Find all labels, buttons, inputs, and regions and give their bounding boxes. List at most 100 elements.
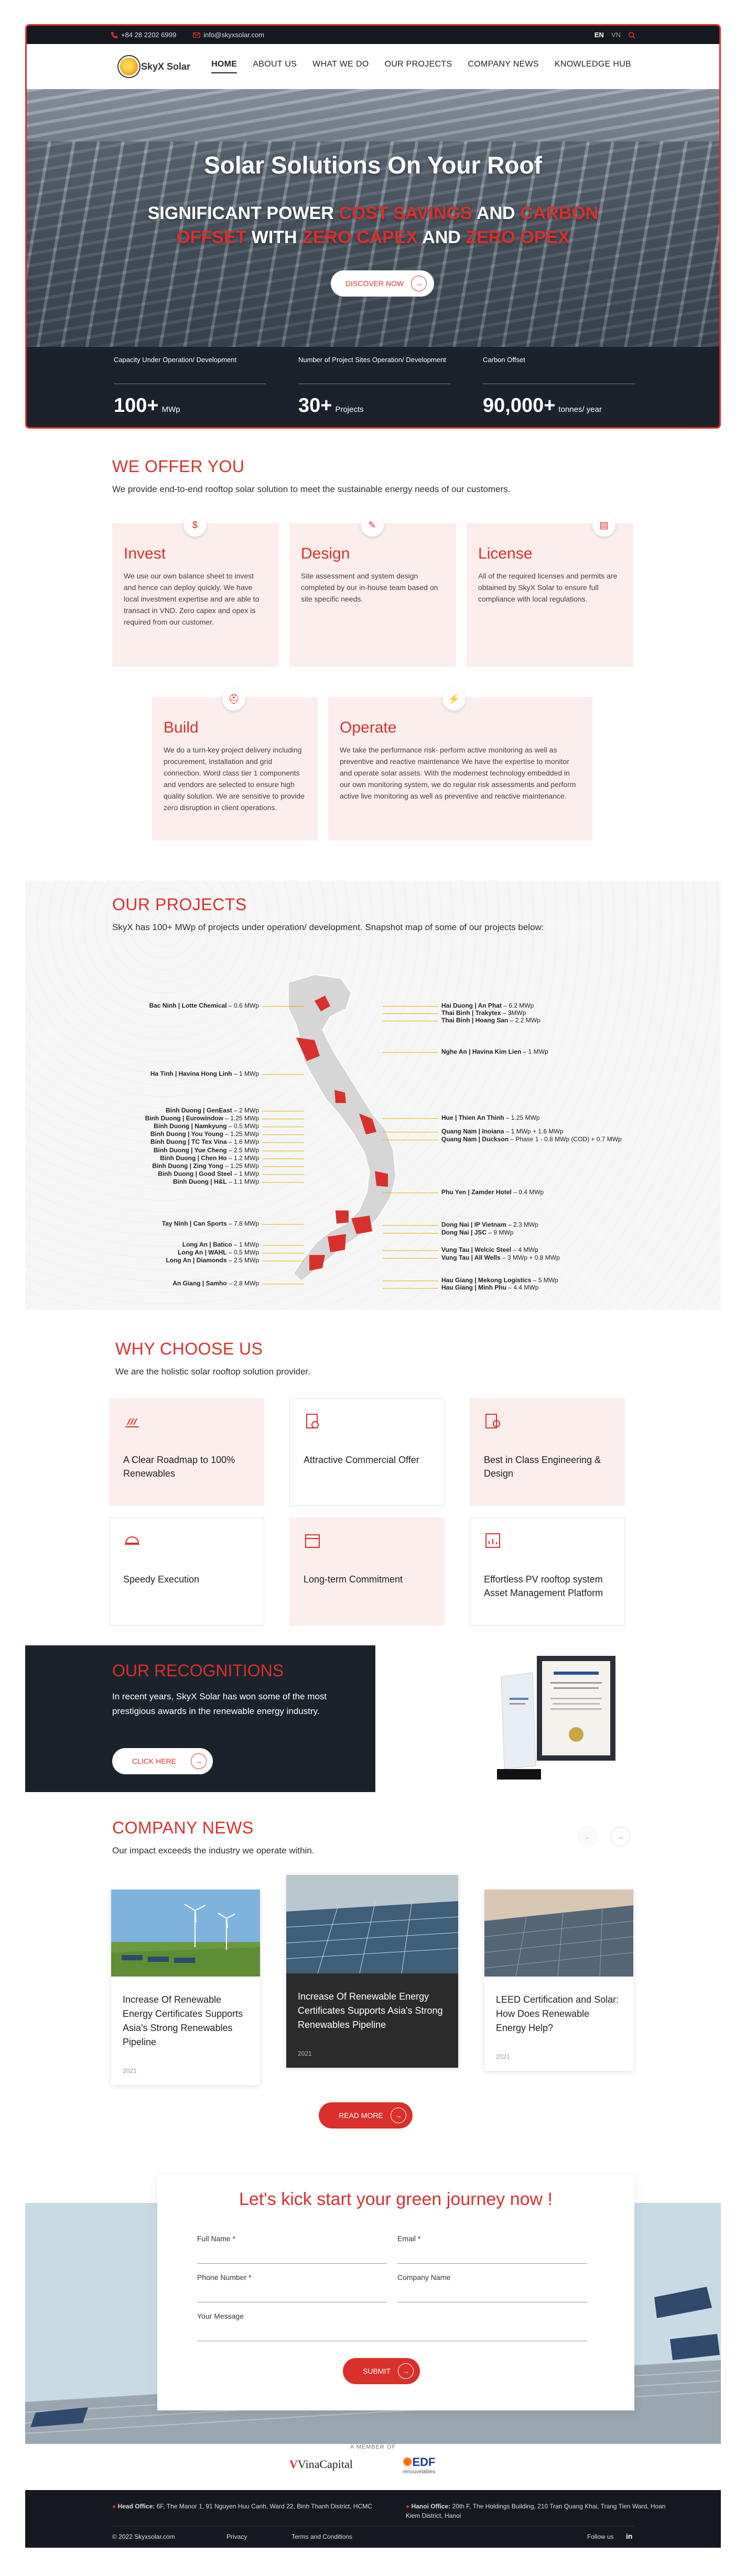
project-leader-line: [383, 1006, 438, 1007]
contact-form: Let's kick start your green journey now …: [157, 2175, 634, 2410]
nav-home[interactable]: HOME: [211, 60, 237, 73]
lang-en[interactable]: EN: [594, 31, 604, 39]
stat-number: 100+: [114, 395, 159, 417]
project-site: Binh Duong | Zing Yong: [152, 1162, 223, 1170]
news-next-arrow-icon[interactable]: →: [610, 1827, 630, 1847]
recognitions-title: OUR RECOGNITIONS: [112, 1661, 284, 1680]
read-more-label: READ MORE: [339, 2111, 383, 2120]
project-label-left: Binh Duong | Namkyung – 0.5 MWp: [154, 1122, 259, 1130]
member-label: A MEMBER OF: [350, 2444, 396, 2450]
project-capacity: – 1 MWp: [232, 1241, 259, 1248]
company-field[interactable]: Company Name: [397, 2273, 587, 2302]
footer: ● Head Office: 6F, The Manor 1, 91 Nguye…: [25, 2490, 721, 2548]
offer-desc: We provide end-to-end rooftop solar solu…: [112, 484, 511, 494]
why-card-asset-mgmt: Effortless PV rooftop system Asset Manag…: [470, 1518, 625, 1625]
nav-what-we-do[interactable]: WHAT WE DO: [312, 60, 369, 73]
arrow-right-icon: →: [390, 2108, 406, 2123]
project-label-right: Dong Nai | JSC – 9 MWp: [441, 1229, 513, 1236]
stat-label: Number of Project Sites Operation/ Devel…: [298, 355, 450, 384]
project-capacity: – 1 MWp + 1.6 MWp: [504, 1128, 564, 1135]
stats-bar: Capacity Under Operation/ Development 10…: [25, 347, 721, 429]
news-card[interactable]: LEED Certification and Solar: How Does R…: [484, 1890, 634, 2071]
copyright: © 2022 Skyxsolar.com: [112, 2533, 175, 2540]
project-label-left: Long An | Diamonds – 2.5 MWp: [166, 1257, 259, 1264]
submit-label: SUBMIT: [363, 2367, 391, 2375]
lang-vn[interactable]: VN: [611, 31, 621, 39]
nav-about[interactable]: ABOUT US: [253, 60, 297, 73]
project-capacity: – Phase 1 - 0.8 MWp (COD) + 0.7 MWp: [509, 1136, 622, 1143]
project-site: Thai Binh | Trakytex: [441, 1009, 501, 1017]
project-site: Nghe An | Havina Kim Lien: [441, 1048, 522, 1055]
project-site: Dong Nai | JSC: [441, 1229, 487, 1236]
solar-roof-sunset-image: [484, 1890, 634, 1977]
news-card-body: Increase Of Renewable Energy Certificate…: [111, 1979, 260, 2085]
project-label-left: Binh Duong | GenEast – 2 MWp: [166, 1107, 259, 1114]
project-site: Long An | Batico: [182, 1241, 232, 1248]
project-label-right: Phu Yen | Zamder Hotel – 0.4 MWp: [441, 1188, 544, 1196]
hero-sub-part: AND: [476, 203, 515, 223]
project-capacity: – 2 MWp: [232, 1107, 259, 1114]
news-prev-arrow-icon[interactable]: ←: [578, 1827, 598, 1847]
full-name-field[interactable]: Full Name *: [197, 2234, 387, 2264]
linkedin-icon[interactable]: in: [626, 2532, 632, 2540]
discover-now-button[interactable]: DISCOVER NOW →: [331, 270, 435, 297]
logo[interactable]: SkyX Solar: [120, 58, 190, 75]
project-site: Phu Yen | Zamder Hotel: [441, 1188, 512, 1196]
document-icon: [306, 1414, 319, 1428]
logo-text: SkyX Solar: [141, 61, 191, 72]
news-card-featured[interactable]: Increase Of Renewable Energy Certificate…: [286, 1875, 459, 2068]
card-text: Site assessment and system design comple…: [301, 572, 438, 603]
project-label-right: Hau Giang | Minh Phu – 4.4 MWp: [441, 1284, 538, 1291]
follow-us-label: Follow us: [587, 2533, 614, 2540]
phone-link[interactable]: +84 28 2202 6999: [111, 31, 176, 39]
location-icon: ●: [406, 2503, 410, 2510]
phone-field[interactable]: Phone Number *: [197, 2273, 387, 2302]
project-site: Binh Duong | Yue Cheng: [153, 1147, 227, 1154]
project-site: Vung Tau | Welcic Steel: [441, 1246, 512, 1253]
stat-value: 30+ Projects: [298, 395, 483, 417]
click-here-button[interactable]: CLICK HERE →: [112, 1748, 213, 1774]
vinacapital-text: VinaCapital: [297, 2458, 353, 2471]
edf-logo[interactable]: ✺EDF renouvelables: [403, 2455, 435, 2475]
read-more-button[interactable]: READ MORE →: [319, 2102, 413, 2129]
click-here-label: CLICK HERE: [132, 1757, 177, 1765]
nav-news[interactable]: COMPANY NEWS: [468, 60, 538, 73]
project-label-left: Binh Duong | Yue Cheng – 2.5 MWp: [154, 1147, 259, 1154]
arrow-right-icon: →: [411, 276, 427, 291]
mail-icon: [193, 32, 200, 38]
project-label-left: Binh Duong | TC Tex Vina – 1.6 MWp: [150, 1138, 259, 1145]
sun-logo-icon: [120, 58, 138, 75]
project-label-left: Binh Duong | Chen Ho – 1.2 MWp: [160, 1154, 259, 1162]
arrow-right-icon: →: [191, 1753, 207, 1769]
project-label-left: Binh Duong | Zing Yong – 1.25 MWp: [152, 1162, 259, 1170]
news-card-date: 2021: [123, 2067, 137, 2075]
news-card-date: 2021: [496, 2053, 510, 2060]
project-label-right: Hue | Thien An Thinh – 1.25 MWp: [441, 1114, 540, 1121]
nav-knowledge-hub[interactable]: KNOWLEDGE HUB: [555, 60, 631, 73]
why-card-speedy: Speedy Execution: [109, 1518, 264, 1625]
project-site: Tay Ninh | Can Sports: [161, 1220, 227, 1227]
discover-label: DISCOVER NOW: [345, 279, 404, 288]
email-link[interactable]: info@skyxsolar.com: [193, 31, 264, 39]
email-field[interactable]: Email *: [397, 2234, 587, 2264]
top-bar: +84 28 2202 6999 info@skyxsolar.com EN V…: [25, 24, 721, 44]
terms-link[interactable]: Terms and Conditions: [291, 2533, 352, 2540]
stat-label: Carbon Offset: [483, 355, 635, 384]
operate-icon: ⚡: [442, 687, 466, 711]
hanoi-office-label: Hanoi Office:: [411, 2503, 451, 2510]
card-title: Design: [301, 545, 350, 562]
vinacapital-logo[interactable]: VVinaCapital: [289, 2458, 353, 2471]
submit-button[interactable]: SUBMIT →: [343, 2358, 420, 2384]
project-leader-line: [262, 1166, 304, 1167]
helmet-icon: [125, 1536, 139, 1545]
project-site: Quang Nam | Inoiana: [441, 1128, 504, 1135]
project-capacity: – 0.5 MWp: [226, 1249, 259, 1256]
project-capacity: – 4 MWp: [511, 1246, 538, 1253]
search-icon[interactable]: [628, 31, 635, 39]
news-card[interactable]: Increase Of Renewable Energy Certificate…: [111, 1890, 260, 2085]
privacy-link[interactable]: Privacy: [226, 2533, 247, 2540]
nav-projects[interactable]: OUR PROJECTS: [384, 60, 452, 73]
message-field[interactable]: Your Message: [197, 2312, 587, 2341]
location-icon: ●: [112, 2503, 116, 2510]
stat-label: Capacity Under Operation/ Development: [114, 355, 266, 384]
